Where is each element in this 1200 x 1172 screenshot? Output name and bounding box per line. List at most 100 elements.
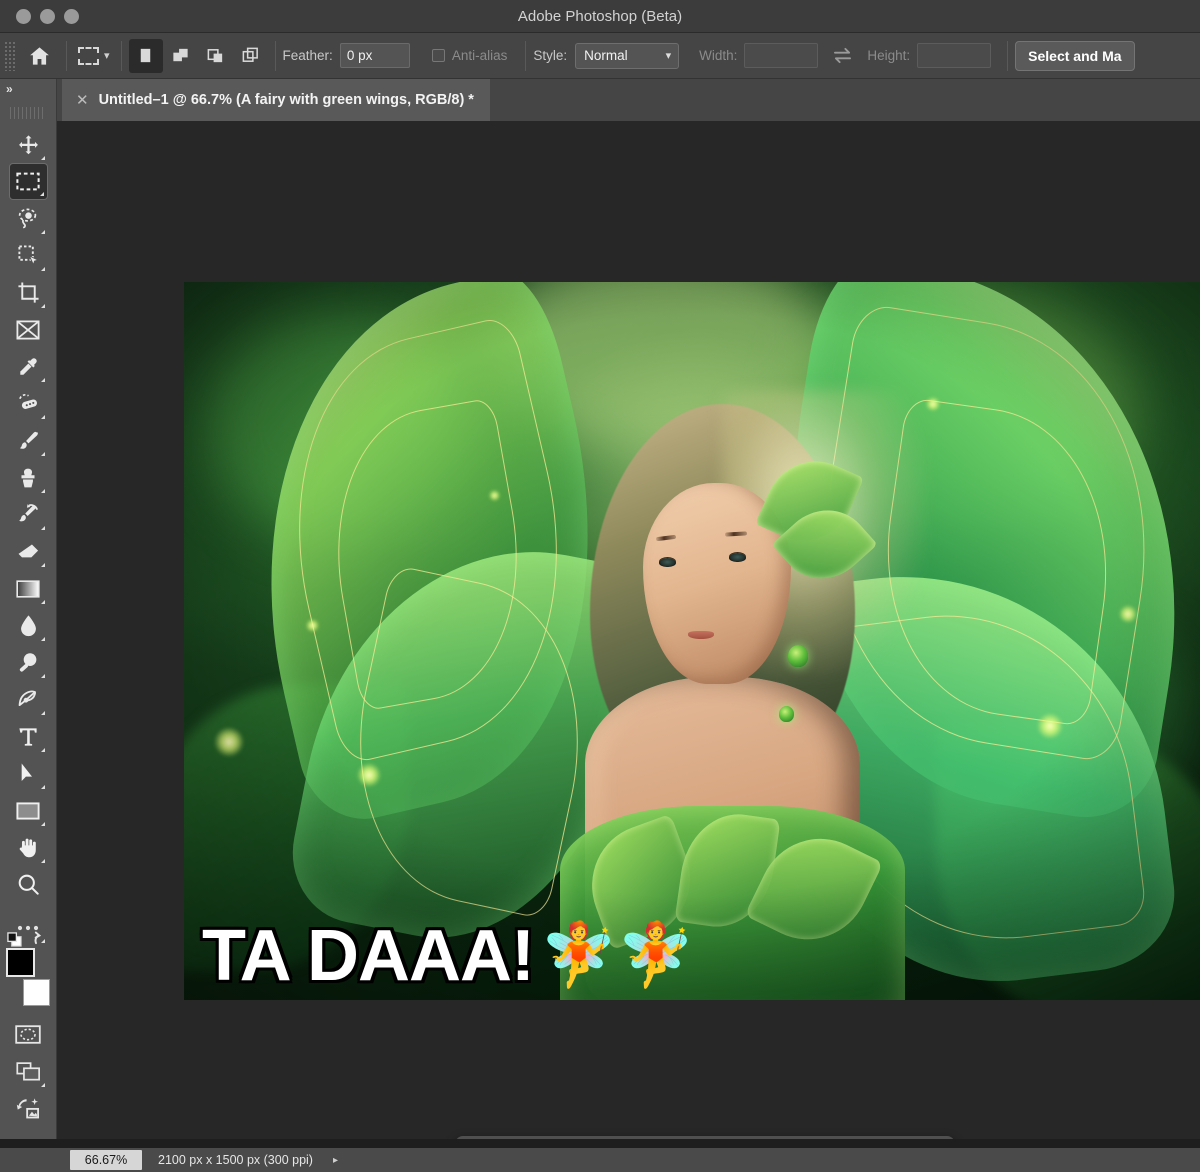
fairy-emoji: 🧚🧚	[539, 921, 695, 990]
add-to-selection-icon	[171, 46, 190, 65]
chevron-right-icon[interactable]: ▸	[333, 1155, 338, 1166]
panel-drag-handle[interactable]	[10, 105, 46, 121]
new-selection-button[interactable]	[128, 38, 163, 73]
tool-flyout-indicator	[40, 859, 45, 863]
home-button[interactable]	[19, 36, 59, 76]
tool-flyout-indicator	[40, 637, 45, 641]
rectangular-marquee-icon	[78, 46, 99, 65]
frame-tool[interactable]	[9, 311, 48, 348]
tool-flyout-indicator	[40, 489, 45, 493]
crop-tool[interactable]	[9, 274, 48, 311]
subtract-from-selection-icon	[206, 46, 225, 65]
dodge-icon	[17, 651, 40, 674]
tool-preset-picker[interactable]: ▾	[74, 37, 114, 75]
eyedropper-icon	[17, 356, 39, 378]
status-bar-shadow	[0, 1139, 1200, 1148]
artwork-vignette	[184, 282, 1200, 1000]
intersect-selection-icon	[241, 46, 260, 65]
zoom-level-field[interactable]: 66.67%	[70, 1150, 142, 1170]
style-select[interactable]: Normal ▾	[575, 42, 680, 69]
object-selection-tool[interactable]	[9, 237, 48, 274]
rectangle-tool[interactable]	[9, 792, 48, 829]
generative-fill-icon	[16, 1097, 41, 1120]
move-tool[interactable]	[9, 126, 48, 163]
lasso-tool[interactable]	[9, 200, 48, 237]
default-colors-icon[interactable]	[7, 932, 22, 947]
path-selection-tool[interactable]	[9, 755, 48, 792]
magnifier-icon	[17, 873, 40, 896]
hand-icon	[17, 836, 40, 859]
divider	[120, 40, 122, 71]
gradient-tool[interactable]	[9, 570, 48, 607]
quick-mask-button[interactable]	[9, 1016, 48, 1053]
eraser-tool[interactable]	[9, 533, 48, 570]
color-swatches	[6, 931, 50, 1006]
window-title: Adobe Photoshop (Beta)	[517, 8, 683, 25]
clone-stamp-tool[interactable]	[9, 459, 48, 496]
tool-flyout-indicator	[40, 1083, 45, 1087]
double-chevron-right-icon[interactable]: »	[6, 82, 13, 96]
eyedropper-tool[interactable]	[9, 348, 48, 385]
tool-flyout-indicator	[40, 563, 45, 567]
divider	[274, 40, 276, 71]
pen-tool[interactable]	[9, 681, 48, 718]
canvas-area[interactable]: TA DAAA! 🧚🧚 A fairy with gre...	[57, 121, 1200, 1148]
height-input[interactable]	[917, 43, 992, 68]
overlay-caption-text: TA DAAA!	[202, 916, 535, 996]
tool-flyout-indicator	[40, 230, 45, 234]
feather-label: Feather:	[282, 48, 333, 63]
tool-flyout-indicator	[40, 822, 45, 826]
path-arrow-icon	[18, 762, 38, 785]
crop-icon	[17, 281, 40, 304]
zoom-tool[interactable]	[9, 866, 48, 903]
selection-mode-group	[128, 38, 268, 73]
tool-flyout-indicator	[40, 785, 45, 789]
photoshop-window: Adobe Photoshop (Beta) ▾ Feather: 0 px A…	[0, 0, 1200, 1172]
object-selection-icon	[17, 244, 40, 267]
width-input[interactable]	[744, 43, 819, 68]
divider	[525, 40, 527, 71]
style-select-value: Normal	[584, 47, 628, 63]
screen-mode-button[interactable]	[9, 1053, 48, 1090]
background-color-swatch[interactable]	[23, 979, 50, 1006]
brush-tool[interactable]	[9, 422, 48, 459]
clone-stamp-icon	[17, 467, 39, 489]
rectangular-marquee-tool[interactable]	[8, 163, 48, 200]
add-to-selection-button[interactable]	[164, 39, 198, 73]
foreground-color-swatch[interactable]	[6, 948, 35, 977]
blur-tool[interactable]	[9, 607, 48, 644]
swap-width-height-icon[interactable]	[832, 47, 853, 64]
swap-colors-icon[interactable]	[33, 930, 50, 946]
tool-flyout-indicator	[39, 192, 44, 196]
type-t-icon	[17, 726, 39, 748]
document-tab[interactable]: ✕ Untitled–1 @ 66.7% (A fairy with green…	[62, 79, 490, 121]
options-bar: ▾ Feather: 0 px Anti-alias Style: Normal…	[0, 33, 1200, 79]
anti-alias-checkbox[interactable]	[431, 49, 445, 62]
close-icon[interactable]: ✕	[76, 91, 89, 109]
anti-alias-label: Anti-alias	[451, 48, 508, 63]
title-bar: Adobe Photoshop (Beta)	[0, 0, 1200, 33]
quick-mask-icon	[15, 1025, 41, 1044]
document-canvas[interactable]: TA DAAA! 🧚🧚	[184, 282, 1200, 1000]
subtract-from-selection-button[interactable]	[199, 39, 233, 73]
height-label: Height:	[867, 48, 911, 63]
feather-input[interactable]: 0 px	[339, 43, 410, 68]
options-bar-grip[interactable]	[4, 40, 15, 71]
overlay-caption: TA DAAA! 🧚🧚	[202, 920, 694, 992]
type-tool[interactable]	[9, 718, 48, 755]
generative-fill-button[interactable]	[9, 1090, 48, 1127]
tool-flyout-indicator	[40, 600, 45, 604]
blur-drop-icon	[19, 614, 38, 637]
tools-panel-header: »	[0, 79, 56, 105]
tools-panel-footer	[0, 931, 56, 1127]
move-icon	[18, 134, 39, 155]
select-and-mask-button[interactable]: Select and Ma	[1015, 40, 1135, 71]
hand-tool[interactable]	[9, 829, 48, 866]
divider	[1007, 40, 1009, 71]
tool-flyout-indicator	[40, 378, 45, 382]
dodge-tool[interactable]	[9, 644, 48, 681]
spot-healing-brush-tool[interactable]	[9, 385, 48, 422]
intersect-with-selection-button[interactable]	[234, 39, 268, 73]
history-brush-tool[interactable]	[9, 496, 48, 533]
frame-icon	[16, 319, 40, 340]
